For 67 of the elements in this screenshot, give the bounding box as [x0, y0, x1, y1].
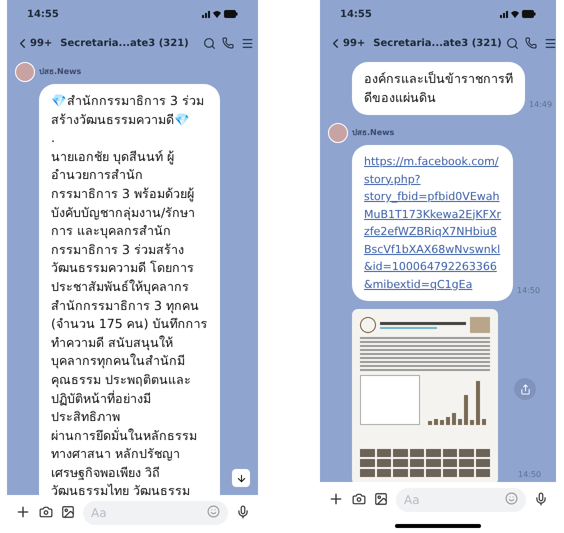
sender-name: ปสธ.News: [39, 66, 82, 78]
search-icon[interactable]: [203, 36, 216, 50]
message-text: .: [51, 129, 56, 148]
message-text: สร้างวัฒนธรรมความดี💎: [51, 110, 191, 129]
unread-count[interactable]: 99+: [30, 36, 52, 50]
message-input[interactable]: Aa: [396, 488, 526, 512]
message-link[interactable]: story.php?: [364, 170, 502, 188]
plus-icon[interactable]: [328, 491, 344, 507]
arrow-down-icon: [236, 472, 246, 484]
message-text: (จำนวน 175 คน) บันทึกการ: [51, 315, 208, 334]
message-link[interactable]: story_fbid=pfbid0VEwah: [364, 188, 502, 206]
emoji-icon[interactable]: [207, 504, 220, 518]
camera-icon[interactable]: [39, 505, 53, 519]
image-icon[interactable]: [374, 492, 388, 506]
sender-name: ปสธ.News: [352, 127, 394, 140]
message-time: 14:50: [517, 285, 540, 298]
message-text: นายเอกชัย บุดสีนนท์ ผู้: [51, 148, 175, 166]
status-icons: [500, 9, 536, 19]
scroll-down-button[interactable]: [232, 469, 250, 487]
message-link[interactable]: BscVf1bXAX68wNvswnkl: [364, 240, 502, 258]
image-icon[interactable]: [61, 505, 75, 519]
message-text: คุณธรรม ประพฤติตนและ: [51, 370, 192, 390]
message-text: การ และบุคลกรสำนัก: [51, 222, 172, 240]
message-text: ทางศาสนา หลักปรัชญา: [51, 445, 181, 464]
camera-icon[interactable]: [352, 492, 366, 506]
share-button[interactable]: [514, 378, 536, 400]
message-time: 14:49: [529, 99, 552, 112]
message-text: ประสิทธิภาพ: [51, 408, 121, 426]
search-icon[interactable]: [506, 36, 519, 50]
message-text: อำนวยการสำนัก: [51, 166, 144, 184]
message-link[interactable]: &mibextid=qC1gEa: [364, 276, 502, 294]
message-link[interactable]: &id=100064792263366: [364, 258, 502, 276]
message-text: ปฏิบัติหน้าที่อย่างมี: [51, 390, 152, 408]
message-link[interactable]: https://m.facebook.com/: [364, 153, 502, 171]
poster-drawing[interactable]: [352, 309, 498, 482]
unread-count[interactable]: 99+: [343, 36, 366, 50]
message-text: เศรษฐกิจพอเพียง วิถี: [51, 464, 161, 482]
message-text: สำนักกรรมาธิการ 3 ทุกคน: [51, 296, 200, 316]
message-text: วัฒนธรรมความดี โดยการ: [51, 259, 195, 278]
message-time: 14:50: [518, 469, 542, 482]
share-icon: [520, 384, 530, 395]
status-icons: [202, 9, 238, 19]
message-text: ดีของแผ่นดิน: [364, 88, 437, 107]
mic-icon[interactable]: [534, 492, 548, 506]
status-time: 14:55: [27, 8, 59, 22]
message-text: กรรมาธิการ 3 ร่วมสร้าง: [51, 240, 185, 259]
menu-icon[interactable]: [544, 36, 557, 50]
message-link[interactable]: MuB1T173Kkewa2EjKFXr: [364, 206, 502, 224]
message-input[interactable]: Aa: [83, 500, 228, 524]
message-text: บังคับบัญชากลุ่มงาน/รักษา: [51, 204, 196, 222]
phone-icon[interactable]: [524, 37, 537, 49]
chat-title: Secretaria...ate3 (321): [60, 36, 189, 50]
message-text: ประชาสัมพันธ์ให้บุคลากร: [51, 278, 190, 296]
emoji-icon[interactable]: [505, 492, 518, 504]
phone-icon[interactable]: [222, 37, 234, 49]
message-text: องค์กรและเป็นข้าราชการที: [364, 70, 513, 88]
mic-icon[interactable]: [236, 505, 250, 519]
message-text: 💎สำนักกรรมาธิการ 3 ร่วม: [51, 92, 205, 110]
message-link[interactable]: zfe2efWZBRiqX7NHbiu8: [364, 223, 502, 241]
menu-icon[interactable]: [241, 36, 254, 50]
message-text: กรรมาธิการ 3 พร้อมด้วยผู้: [51, 184, 195, 204]
chat-title: Secretaria...ate3 (321): [373, 36, 502, 50]
status-time: 14:55: [340, 8, 372, 22]
plus-icon[interactable]: [15, 504, 31, 520]
message-text: บุคลากรทุกคนในสำนักมี: [51, 352, 186, 370]
message-text: ผ่านการยึดมั่นในหลักธรรม: [51, 426, 198, 445]
message-text: ทำความดี สนับสนุนให้: [51, 334, 174, 352]
